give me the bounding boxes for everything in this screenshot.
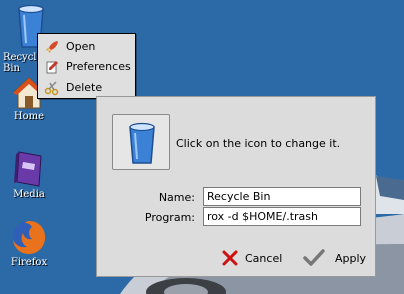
cancel-label: Cancel xyxy=(245,252,283,265)
menu-item-open[interactable]: Open xyxy=(38,37,135,57)
icon-properties-dialog: Click on the icon to change it. Name: Re… xyxy=(96,96,376,277)
change-icon-hint: Click on the icon to change it. xyxy=(176,137,341,150)
preferences-icon xyxy=(46,61,58,74)
change-icon-button[interactable] xyxy=(112,114,170,170)
rocket-icon xyxy=(46,41,58,53)
menu-item-label: Open xyxy=(66,40,96,53)
desktop-icon-label: Media xyxy=(13,189,45,200)
menu-item-preferences[interactable]: Preferences xyxy=(38,57,135,77)
program-label: Program: xyxy=(144,211,195,224)
desktop-icon-label: Firefox xyxy=(10,257,48,268)
media-icon xyxy=(14,151,42,187)
apply-button[interactable]: Apply xyxy=(303,247,367,269)
checkmark-icon xyxy=(303,249,325,266)
context-menu: Open Preferences Delete xyxy=(37,33,136,99)
cancel-button[interactable]: Cancel xyxy=(221,247,289,269)
firefox-icon xyxy=(13,221,46,254)
scissors-icon xyxy=(44,81,59,96)
menu-item-delete[interactable]: Delete xyxy=(38,78,135,98)
apply-label: Apply xyxy=(335,252,367,265)
menu-item-label: Preferences xyxy=(66,60,131,73)
desktop-icon-label: Home xyxy=(13,111,45,122)
menu-item-label: Delete xyxy=(66,81,103,94)
cancel-icon xyxy=(222,250,238,266)
program-field[interactable]: rox -d $HOME/.trash xyxy=(203,207,361,226)
name-label: Name: xyxy=(158,191,195,204)
desktop-icon-firefox[interactable]: Firefox xyxy=(0,218,59,268)
desktop-icon-media[interactable]: Media xyxy=(0,148,59,200)
name-field[interactable]: Recycle Bin xyxy=(203,187,361,206)
recycle-bin-icon xyxy=(129,122,155,164)
